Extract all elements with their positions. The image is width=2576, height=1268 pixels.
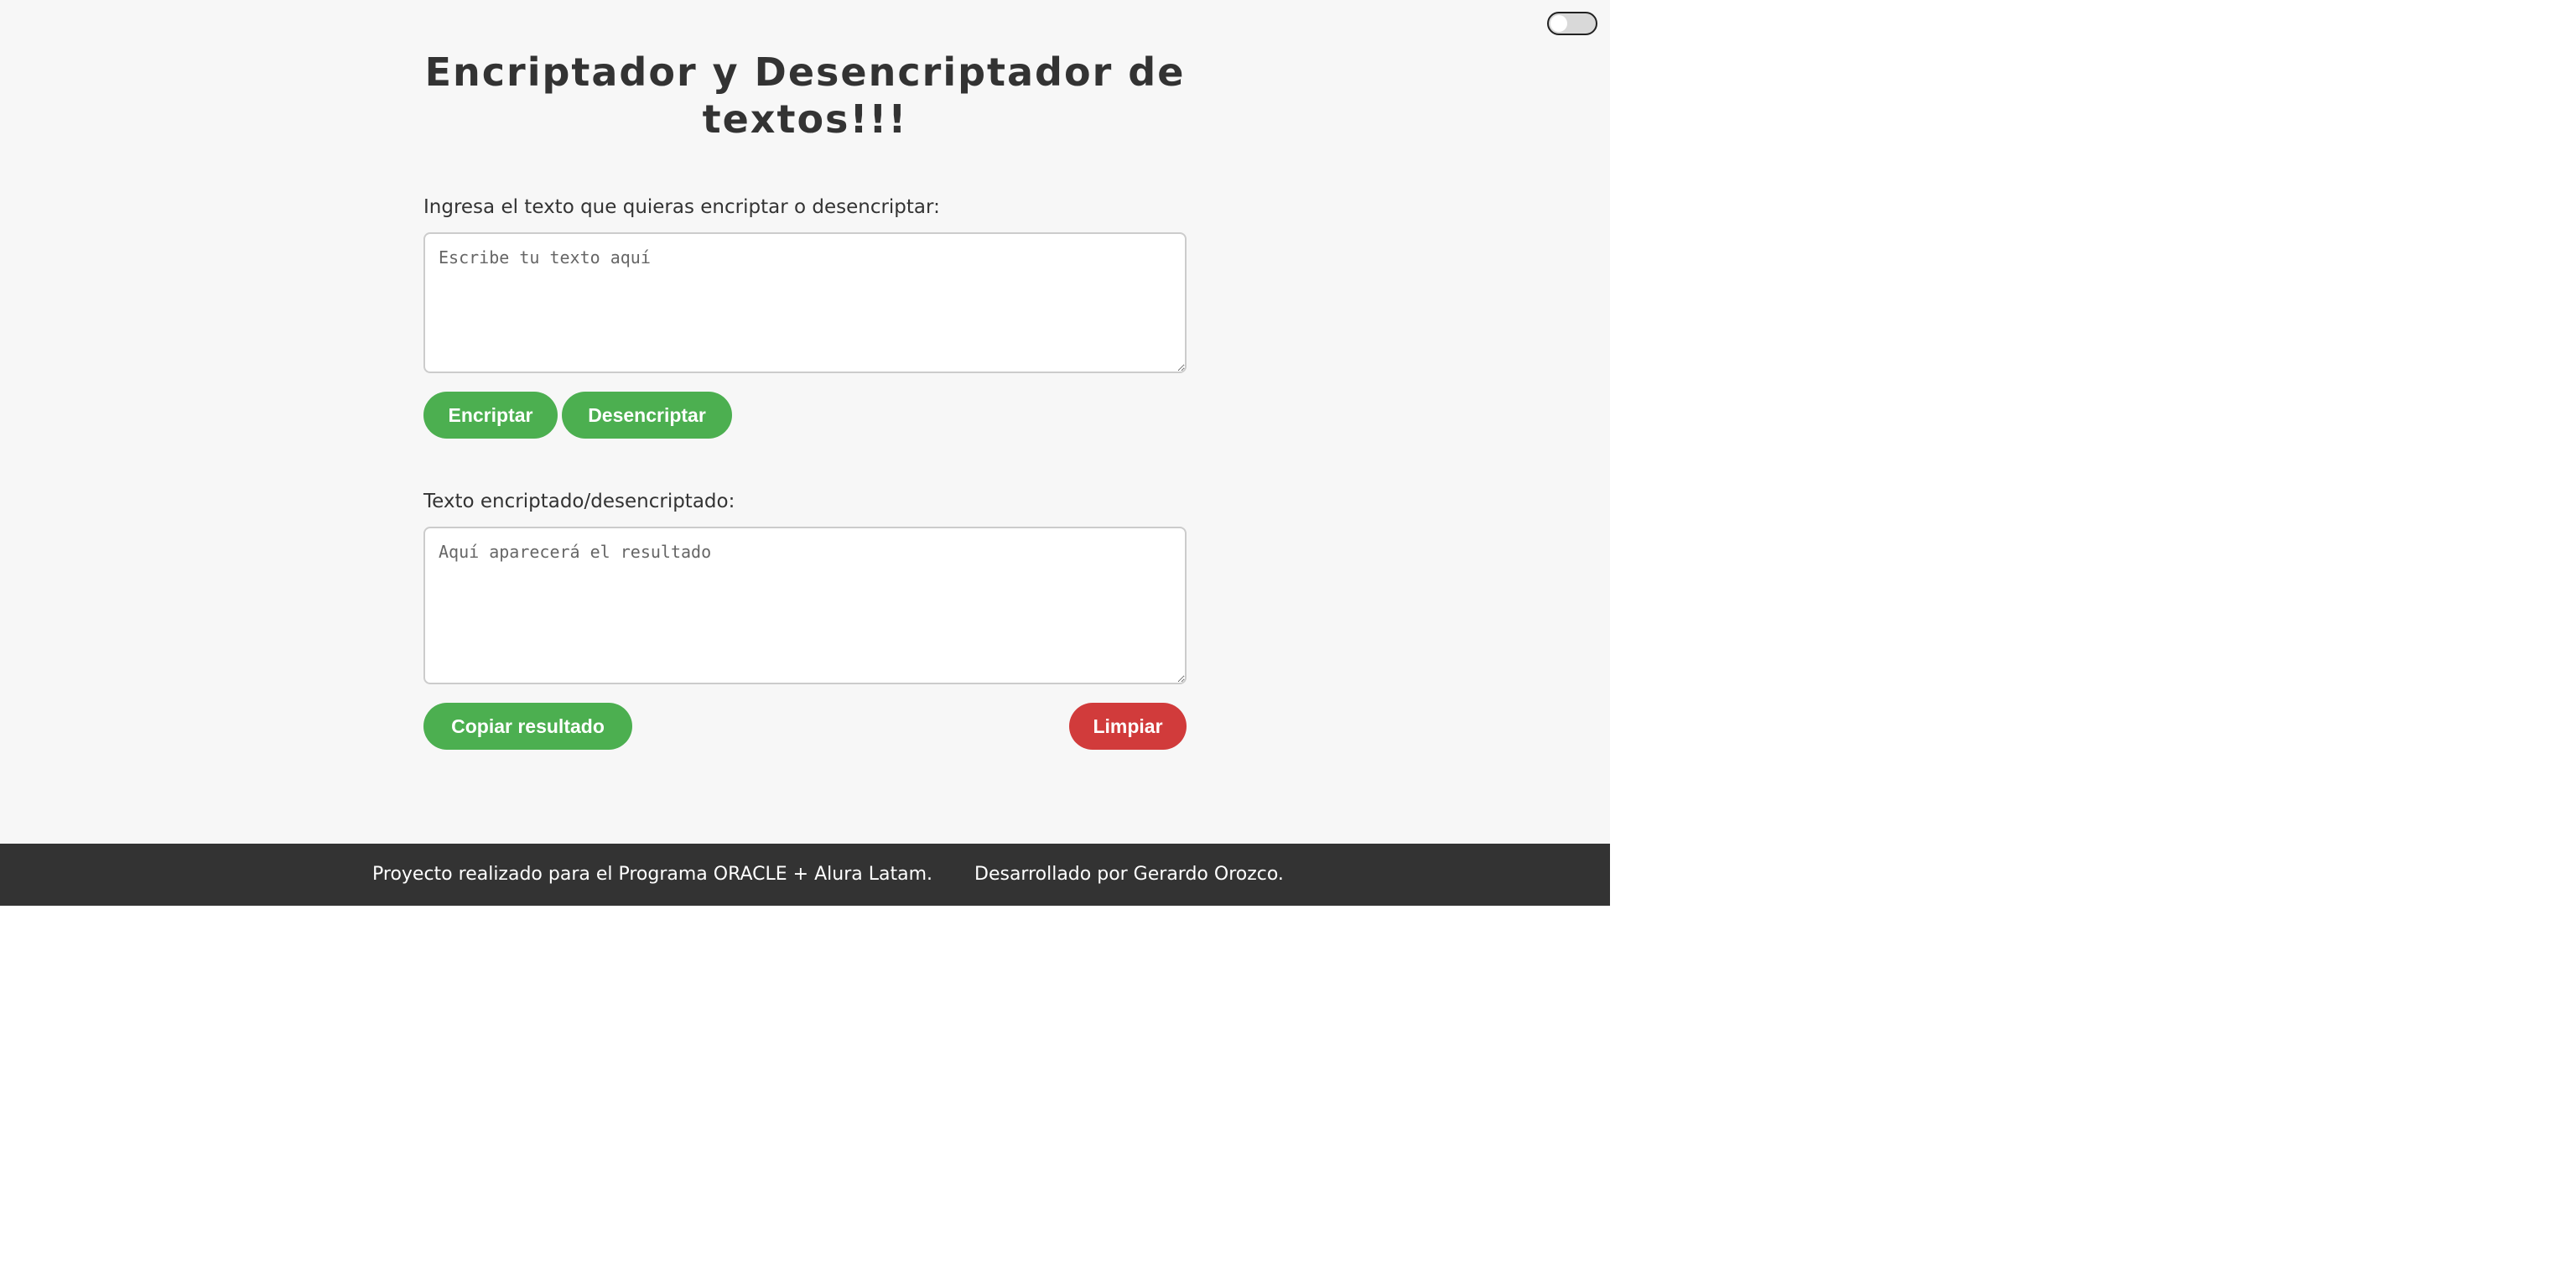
theme-toggle[interactable] xyxy=(1547,12,1597,35)
input-label: Ingresa el texto que quieras encriptar o… xyxy=(423,196,940,218)
page: Encriptador y Desencriptador de textos!!… xyxy=(0,0,1610,906)
copy-result-button[interactable]: Copiar resultado xyxy=(423,703,632,750)
decrypt-button[interactable]: Desencriptar xyxy=(562,392,732,439)
page-title: Encriptador y Desencriptador de textos!!… xyxy=(424,49,1186,142)
output-textarea[interactable] xyxy=(423,527,1187,684)
input-textarea[interactable] xyxy=(423,232,1187,373)
footer: Proyecto realizado para el Programa ORAC… xyxy=(0,844,1610,906)
main-content: Encriptador y Desencriptador de textos!!… xyxy=(0,0,1610,844)
footer-author-text: Desarrollado por Gerardo Orozco. xyxy=(974,864,1284,885)
clear-button[interactable]: Limpiar xyxy=(1069,703,1187,750)
toggle-knob xyxy=(1550,15,1567,32)
encrypt-button[interactable]: Encriptar xyxy=(423,392,558,439)
footer-project-text: Proyecto realizado para el Programa ORAC… xyxy=(372,864,932,885)
output-label: Texto encriptado/desencriptado: xyxy=(423,491,735,512)
